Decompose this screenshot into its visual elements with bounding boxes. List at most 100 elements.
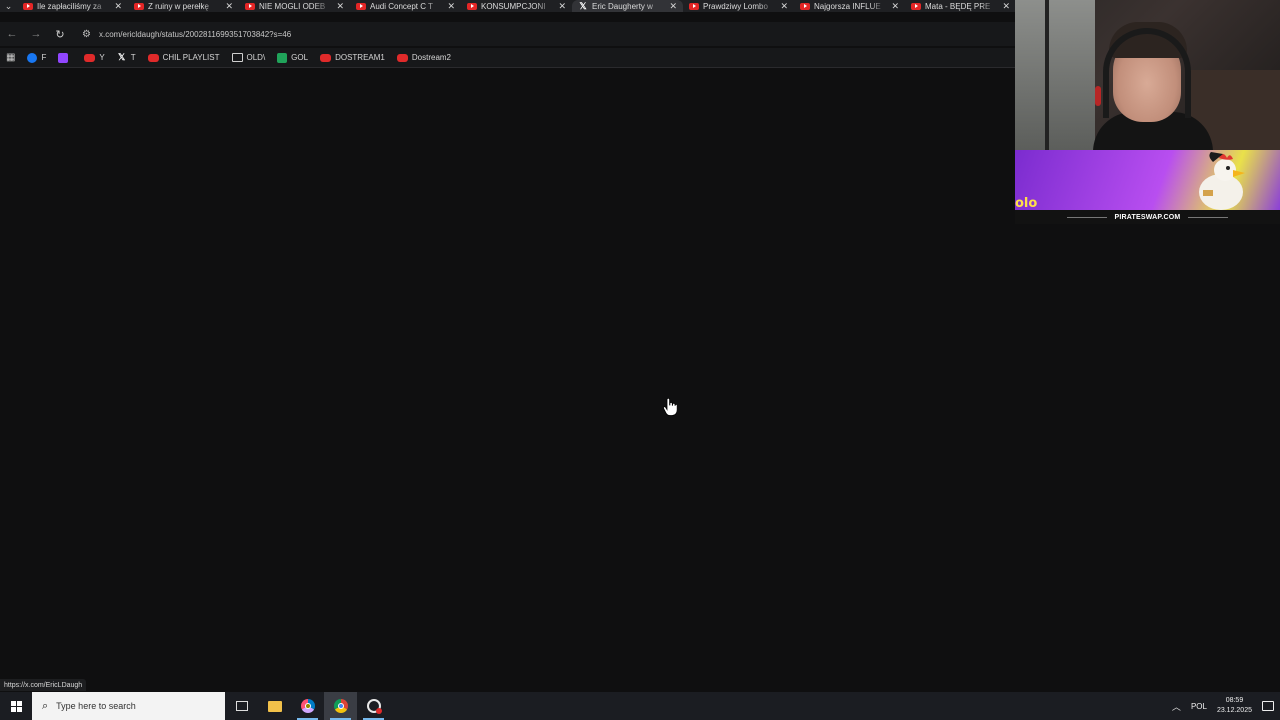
task-view-icon [235, 701, 248, 711]
close-tab-icon[interactable]: ✕ [225, 1, 233, 12]
system-tray: ︿ POL 08:59 23.12.2025 [1172, 692, 1280, 720]
folder-icon [267, 700, 282, 712]
webcam-red-light [1095, 86, 1101, 106]
address-bar[interactable]: ⚙ x.com/ericldaugh/status/20028116993517… [76, 24, 976, 44]
sponsor-caption-text: PIRATESWAP.COM [1114, 213, 1181, 221]
youtube-icon [245, 2, 255, 10]
caption-divider-left [1066, 216, 1107, 218]
back-button[interactable]: ← [0, 22, 24, 46]
browser-tab[interactable]: Z ruiny w perełkę ✕ [128, 0, 239, 12]
bookmark-label: F [41, 53, 47, 62]
bookmark-label: GOL [291, 53, 309, 62]
caption-divider-right [1188, 216, 1229, 218]
bookmarks-bar: ▦ F Y 𝕏 T CHIL PLAYLIST OLD\ GOL DOSTREAM1 Dostr… [0, 48, 1016, 68]
bookmark-item[interactable]: DOSTREAM1 [320, 53, 385, 62]
bookmark-list: F Y 𝕏 T CHIL PLAYLIST OLD\ GOL DOSTREAM1 Dostrea… [27, 52, 451, 63]
bookmark-label: Dostream2 [411, 53, 451, 62]
bookmark-item[interactable] [58, 52, 72, 63]
obs-button[interactable] [357, 692, 390, 720]
forward-button[interactable]: → [24, 22, 48, 46]
taskbar-search-box[interactable]: ⌕ Type here to search [32, 692, 225, 720]
youtube-icon [800, 2, 810, 10]
youtube-icon [467, 2, 477, 10]
tab-title: Eric Daugherty w [592, 1, 653, 11]
headphones-icon [1103, 28, 1191, 118]
screen: ⌄ Ile zapłaciliśmy za ✕ Z ruiny w perełkę ✕… [0, 0, 1280, 720]
start-button[interactable] [0, 692, 32, 720]
browser-tab[interactable]: 𝕏 Eric Daugherty w ✕ [572, 0, 683, 12]
close-tab-icon[interactable]: ✕ [1002, 1, 1010, 12]
chrome-alt-button[interactable] [291, 692, 324, 720]
close-tab-icon[interactable]: ✕ [669, 1, 677, 12]
reload-button[interactable]: ↻ [48, 22, 72, 46]
site-info-icon[interactable]: ⚙ [82, 29, 91, 40]
sponsor-logo-fragment: olo [1015, 196, 1038, 210]
tab-title: Prawdziwy Lombo [703, 1, 768, 11]
browser-tab[interactable]: Ile zapłaciliśmy za ✕ [17, 0, 128, 12]
close-tab-icon[interactable]: ✕ [447, 1, 455, 12]
clock-date: 23.12.2025 [1216, 707, 1252, 714]
windows-taskbar: ⌕ Type here to search ︿ POL 08:59 23.12.… [0, 692, 1280, 720]
tab-title: Mata - BĘDĘ PRE [925, 1, 991, 11]
search-placeholder: Type here to search [56, 701, 136, 711]
browser-tab[interactable]: NIE MOGLI ODEB ✕ [239, 0, 350, 12]
x-icon: 𝕏 [118, 52, 126, 62]
close-tab-icon[interactable]: ✕ [558, 1, 566, 12]
bookmark-item[interactable]: Dostream2 [396, 53, 451, 62]
tab-title: Z ruiny w perełkę [148, 1, 209, 11]
x-icon: 𝕏 [579, 0, 587, 11]
youtube-icon [396, 53, 408, 62]
tab-title: Ile zapłaciliśmy za [37, 1, 102, 11]
bookmark-item[interactable]: CHIL PLAYLIST [147, 53, 220, 62]
bookmark-label: CHIL PLAYLIST [162, 53, 220, 62]
webcam-window-background [1015, 0, 1095, 150]
youtube-icon [911, 2, 921, 10]
bookmark-label: T [130, 53, 136, 62]
tab-title: NIE MOGLI ODEB [259, 1, 326, 11]
tab-list: Ile zapłaciliśmy za ✕ Z ruiny w perełkę ✕ NI… [17, 0, 1016, 12]
windows-logo-icon [10, 700, 22, 712]
notification-icon[interactable] [1262, 701, 1274, 711]
bookmark-label: OLD\ [246, 53, 266, 62]
browser-tab[interactable]: Najgorsza INFLUE ✕ [794, 0, 905, 12]
url-text[interactable]: x.com/ericldaugh/status/2002811699351703… [99, 30, 291, 39]
close-tab-icon[interactable]: ✕ [114, 1, 122, 12]
tab-search-button[interactable]: ⌄ [0, 0, 17, 12]
close-tab-icon[interactable]: ✕ [336, 1, 344, 12]
browser-tab[interactable]: Mata - BĘDĘ PRE ✕ [905, 0, 1016, 12]
youtube-icon [356, 2, 366, 10]
g-icon [277, 52, 288, 63]
bookmark-item[interactable]: F [27, 52, 47, 63]
bookmark-item[interactable]: OLD\ [231, 53, 266, 62]
youtube-icon [147, 53, 159, 62]
folder-icon [231, 53, 243, 62]
bookmark-label: Y [99, 53, 105, 62]
browser-tab[interactable]: Audi Concept C T ✕ [350, 0, 461, 12]
tab-title: Audi Concept C T [370, 1, 433, 11]
youtube-icon [689, 2, 699, 10]
sponsor-caption: PIRATESWAP.COM [1015, 210, 1280, 224]
show-hidden-icons-button[interactable]: ︿ [1172, 700, 1181, 713]
bookmark-item[interactable]: GOL [277, 52, 309, 63]
chrome-button[interactable] [324, 692, 357, 720]
close-tab-icon[interactable]: ✕ [891, 1, 899, 12]
language-indicator[interactable]: POL [1191, 702, 1207, 711]
sponsor-banner: olo [1015, 150, 1280, 210]
obs-icon [366, 699, 382, 714]
close-tab-icon[interactable]: ✕ [780, 1, 788, 12]
youtube-icon [320, 53, 332, 62]
bookmark-item[interactable]: Y [84, 53, 105, 62]
tab-title: KONSUMPCJONI [481, 1, 546, 11]
apps-icon[interactable]: ▦ [6, 52, 15, 63]
browser-tab[interactable]: KONSUMPCJONI ✕ [461, 0, 572, 12]
chrome-profile-icon [300, 699, 315, 713]
file-explorer-button[interactable] [258, 692, 291, 720]
clock[interactable]: 08:59 23.12.2025 [1217, 696, 1252, 716]
bookmark-item[interactable]: 𝕏T [117, 52, 136, 63]
youtube-icon [134, 2, 144, 10]
youtube-icon [84, 53, 96, 62]
youtube-icon [23, 2, 33, 10]
webcam-overlay [1015, 0, 1280, 150]
browser-tab[interactable]: Prawdziwy Lombo ✕ [683, 0, 794, 12]
task-view-button[interactable] [225, 692, 258, 720]
